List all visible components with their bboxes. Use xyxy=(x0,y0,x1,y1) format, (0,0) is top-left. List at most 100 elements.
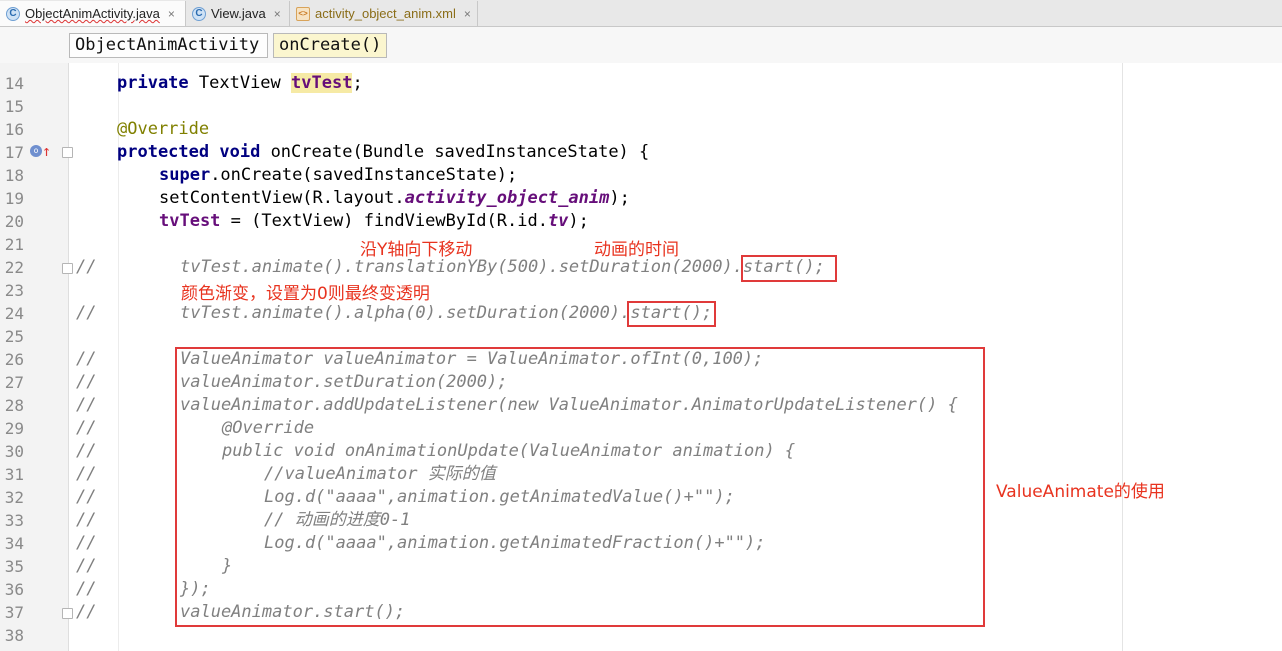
comment-marker: // xyxy=(76,418,97,438)
code-text: private TextView tvTest; xyxy=(117,72,363,95)
breadcrumb-class[interactable]: ObjectAnimActivity xyxy=(69,33,268,58)
line-number: 19 xyxy=(4,189,24,208)
code-punct: ); xyxy=(568,211,589,231)
breadcrumb-method[interactable]: onCreate() xyxy=(273,33,387,58)
code-rest: .onCreate(savedInstanceState); xyxy=(210,165,518,185)
code-line: 16 @Override xyxy=(0,118,1282,141)
xml-file-icon: <> xyxy=(296,6,310,21)
keyword: protected xyxy=(117,142,210,162)
line-number: 32 xyxy=(4,488,24,507)
line-number: 28 xyxy=(4,396,24,415)
start-call-highlight-box xyxy=(627,301,716,327)
line-number: 38 xyxy=(4,626,24,645)
code-text: super.onCreate(savedInstanceState); xyxy=(159,164,517,187)
field-name: tvTest xyxy=(291,73,353,93)
code-line: 25 xyxy=(0,325,1282,348)
line-number: 20 xyxy=(4,212,24,231)
type-name: TextView xyxy=(188,73,292,93)
comment-marker: // xyxy=(76,602,97,622)
tab-activity-object-anim-xml[interactable]: <> activity_object_anim.xml × xyxy=(290,1,478,26)
code-punct: ); xyxy=(609,188,630,208)
code-line: 19 setContentView(R.layout.activity_obje… xyxy=(0,187,1282,210)
code-text: setContentView(R.layout.activity_object_… xyxy=(159,187,630,210)
line-number: 16 xyxy=(4,120,24,139)
annotation-color-fade: 颜色渐变，设置为0则最终变透明 xyxy=(181,284,430,304)
close-icon[interactable]: × xyxy=(168,7,175,21)
comment-marker: // xyxy=(76,487,97,507)
override-method-icon[interactable]: o xyxy=(30,145,42,157)
code-text: tvTest.animate().translationYBy(500).set… xyxy=(180,256,825,279)
tab-label: ObjectAnimActivity.java xyxy=(25,6,160,21)
value-animator-highlight-box xyxy=(175,347,985,627)
annotation-value-animate: ValueAnimate的使用 xyxy=(996,482,1165,502)
close-icon[interactable]: × xyxy=(274,7,281,21)
line-number: 15 xyxy=(4,97,24,116)
comment-marker: // xyxy=(76,303,97,323)
line-number: 25 xyxy=(4,327,24,346)
code-editor[interactable]: 14 private TextView tvTest; 15 16 @Overr… xyxy=(0,63,1282,651)
breadcrumb: ObjectAnimActivity onCreate() xyxy=(0,27,1282,63)
line-number: 24 xyxy=(4,304,24,323)
annotation-move-y: 沿Y轴向下移动 xyxy=(360,240,473,260)
line-number: 26 xyxy=(4,350,24,369)
class-file-icon: C xyxy=(6,6,20,21)
code-rest: tvTest.animate().translationYBy(500).set… xyxy=(180,257,733,277)
comment-marker: // xyxy=(76,349,97,369)
field-name: tv xyxy=(547,211,569,231)
close-icon[interactable]: × xyxy=(464,7,471,21)
tab-label: View.java xyxy=(211,6,266,21)
code-text: protected void onCreate(Bundle savedInst… xyxy=(117,141,649,164)
code-text: tvTest = (TextView) findViewById(R.id.tv… xyxy=(159,210,589,233)
comment-marker: // xyxy=(76,464,97,484)
line-number: 22 xyxy=(4,258,24,277)
keyword: void xyxy=(219,142,261,162)
tab-view[interactable]: C View.java × xyxy=(186,1,290,26)
line-number: 31 xyxy=(4,465,24,484)
comment-marker: // xyxy=(76,533,97,553)
code-line: 38 xyxy=(0,624,1282,647)
up-arrow-icon[interactable]: ↑ xyxy=(42,140,51,163)
code-rest: = (TextView) findViewById(R.id. xyxy=(220,211,548,231)
code-line: 18 super.onCreate(savedInstanceState); xyxy=(0,164,1282,187)
code-line: 17 o ↑ protected void onCreate(Bundle sa… xyxy=(0,141,1282,164)
comment-marker: // xyxy=(76,395,97,415)
comment-marker: // xyxy=(76,441,97,461)
fold-icon[interactable] xyxy=(62,263,73,274)
tab-label: activity_object_anim.xml xyxy=(315,6,456,21)
line-number: 37 xyxy=(4,603,24,622)
line-number: 21 xyxy=(4,235,24,254)
code-punct: ; xyxy=(352,73,363,93)
line-number: 17 xyxy=(4,143,24,162)
comment-marker: // xyxy=(76,556,97,576)
code-rest: onCreate(Bundle savedInstanceState) { xyxy=(260,142,650,162)
line-number: 35 xyxy=(4,557,24,576)
line-number: 29 xyxy=(4,419,24,438)
code-rest: tvTest.animate().alpha(0).setDuration(20… xyxy=(180,303,621,323)
line-number: 36 xyxy=(4,580,24,599)
line-number: 18 xyxy=(4,166,24,185)
code-line: 14 private TextView tvTest; xyxy=(0,72,1282,95)
line-number: 34 xyxy=(4,534,24,553)
annotation-text: @Override xyxy=(117,119,210,139)
class-file-icon: C xyxy=(192,6,206,21)
fold-icon[interactable] xyxy=(62,147,73,158)
tab-objectanimactivity[interactable]: C ObjectAnimActivity.java × xyxy=(0,1,186,26)
code-line: 15 xyxy=(0,95,1282,118)
line-number: 23 xyxy=(4,281,24,300)
code-rest: setContentView(R.layout. xyxy=(159,188,405,208)
annotation-anim-time: 动画的时间 xyxy=(594,240,679,260)
line-number: 30 xyxy=(4,442,24,461)
fold-icon[interactable] xyxy=(62,608,73,619)
line-number: 33 xyxy=(4,511,24,530)
line-number: 27 xyxy=(4,373,24,392)
keyword: super xyxy=(159,165,211,185)
start-call-highlight-box xyxy=(741,255,837,282)
comment-marker: // xyxy=(76,579,97,599)
code-line: 20 tvTest = (TextView) findViewById(R.id… xyxy=(0,210,1282,233)
line-number: 14 xyxy=(4,74,24,93)
comment-marker: // xyxy=(76,510,97,530)
field-name: tvTest xyxy=(159,211,221,231)
field-name: activity_object_anim xyxy=(404,188,610,208)
editor-tab-bar: C ObjectAnimActivity.java × C View.java … xyxy=(0,0,1282,27)
comment-marker: // xyxy=(76,257,97,277)
